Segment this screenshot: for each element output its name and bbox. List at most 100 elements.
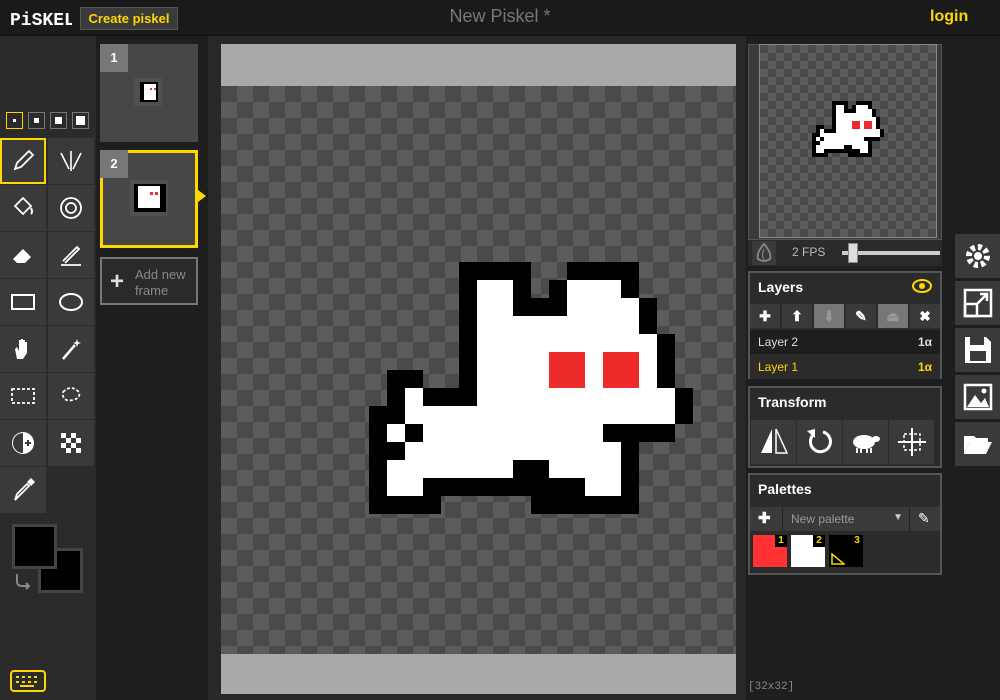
pen-size-2[interactable] — [28, 112, 45, 129]
preview-canvas — [759, 44, 937, 238]
rotate-button[interactable] — [797, 420, 842, 464]
magic-wand-button[interactable] — [48, 326, 94, 372]
swatch-number: 2 — [813, 535, 825, 547]
rectangle-selection-button[interactable] — [0, 373, 46, 419]
resize-icon — [963, 288, 992, 318]
image-export-icon — [963, 383, 992, 411]
move-tool-button[interactable] — [0, 326, 46, 372]
merge-layer-button[interactable]: ⏏ — [878, 304, 908, 328]
layers-title: Layers — [758, 279, 804, 295]
export-button[interactable] — [955, 375, 1000, 419]
lighten-icon — [12, 432, 34, 454]
palette-select-value: New palette — [791, 512, 855, 526]
layer-row[interactable]: Layer 2 1α — [750, 330, 940, 354]
add-frame-label-2: frame — [135, 283, 169, 298]
toggle-visibility-eye-icon[interactable] — [912, 279, 932, 293]
target-icon — [60, 197, 82, 219]
add-palette-plus-icon[interactable]: ✚ — [758, 509, 771, 527]
circle-icon — [59, 293, 83, 311]
selected-frame-arrow-icon — [198, 190, 206, 202]
rectangle-tool-button[interactable] — [0, 279, 46, 325]
color-picker-button[interactable] — [0, 467, 46, 513]
open-folder-icon — [963, 436, 992, 454]
sheep-icon — [852, 435, 880, 453]
palettes-title: Palettes — [758, 481, 812, 497]
transform-title: Transform — [758, 394, 827, 410]
pen-tool-button[interactable] — [0, 138, 46, 184]
add-frame-label-1: Add new — [135, 267, 186, 282]
preview-sprite — [812, 101, 884, 157]
plus-icon: + — [110, 268, 125, 295]
frame-thumbnail-1[interactable]: 1 — [100, 44, 198, 142]
mirror-pen-icon — [60, 151, 82, 171]
drawing-canvas[interactable] — [221, 86, 736, 654]
lighten-tool-button[interactable] — [0, 420, 46, 466]
flip-icon — [760, 428, 788, 454]
add-layer-button[interactable]: ✚ — [750, 304, 780, 328]
settings-button[interactable] — [955, 234, 1000, 278]
rotate-icon — [806, 429, 832, 454]
canvas-dimensions: [32x32] — [748, 681, 795, 693]
stroke-tool-button[interactable] — [48, 232, 94, 278]
login-link[interactable]: login — [930, 8, 968, 26]
add-new-frame-button[interactable]: + Add new frame — [100, 257, 198, 305]
palette-color-swatch[interactable]: 1 — [753, 535, 787, 567]
paint-bucket-button[interactable] — [0, 185, 46, 231]
layer-toolbar: ✚ ⬆ ⬇ ✎ ⏏ ✖ — [750, 304, 940, 330]
eyedropper-icon — [14, 478, 35, 501]
dithering-tool-button[interactable] — [48, 420, 94, 466]
center-button[interactable] — [889, 420, 934, 464]
swap-colors-icon[interactable] — [13, 570, 33, 590]
palette-toolbar: ✚ New palette ▼ ✎ — [750, 507, 940, 531]
frame-number: 1 — [100, 44, 128, 72]
rect-selection-icon — [11, 388, 35, 404]
transparent-triangle-icon — [831, 553, 845, 565]
create-piskel-button[interactable]: Create piskel — [80, 7, 178, 30]
vertical-mirror-pen-button[interactable] — [48, 138, 94, 184]
hand-icon — [15, 339, 27, 359]
layer-row-selected[interactable]: Layer 1 1α — [750, 355, 940, 379]
piskel-logo[interactable]: PiSKEL — [10, 6, 72, 30]
import-button[interactable] — [955, 422, 1000, 466]
pen-size-3[interactable] — [50, 112, 67, 129]
flip-button[interactable] — [751, 420, 796, 464]
pencil-icon: ✎ — [855, 307, 867, 324]
onion-skin-icon[interactable] — [752, 241, 776, 265]
delete-layer-button[interactable]: ✖ — [910, 304, 940, 328]
resize-button[interactable] — [955, 281, 1000, 325]
paint-same-color-button[interactable] — [48, 185, 94, 231]
layer-opacity: 1α — [917, 360, 932, 374]
palette-color-swatch[interactable]: 3 — [829, 535, 863, 567]
stroke-icon — [61, 245, 81, 266]
keyboard-icon[interactable] — [10, 670, 46, 692]
fps-slider-thumb[interactable] — [848, 243, 858, 263]
pen-size-1[interactable] — [6, 112, 23, 129]
rectangle-icon — [11, 294, 35, 310]
magic-wand-icon — [62, 339, 81, 360]
move-layer-down-button[interactable]: ⬇ — [814, 304, 844, 328]
move-layer-up-button[interactable]: ⬆ — [782, 304, 812, 328]
palette-color-swatch[interactable]: 2 — [791, 535, 825, 567]
edit-layer-button[interactable]: ✎ — [846, 304, 876, 328]
edit-palette-pencil-icon[interactable]: ✎ — [918, 510, 930, 527]
floppy-save-icon — [964, 337, 991, 363]
layer-name: Layer 1 — [758, 360, 799, 374]
arrow-down-icon: ⬇ — [823, 307, 835, 324]
clone-button[interactable] — [843, 420, 888, 464]
logo-text: PiSKEL — [10, 11, 72, 30]
circle-tool-button[interactable] — [48, 279, 94, 325]
layer-opacity: 1α — [917, 335, 932, 349]
fps-label: 2 FPS — [792, 245, 826, 259]
checker-icon — [61, 433, 81, 453]
arrow-up-icon: ⬆ — [791, 307, 803, 324]
palette-select[interactable]: New palette ▼ — [782, 507, 910, 531]
frame-thumbnail-2[interactable]: 2 — [100, 150, 198, 248]
pen-size-4[interactable] — [72, 112, 89, 129]
lasso-selection-button[interactable] — [48, 373, 94, 419]
swatch-number: 3 — [851, 535, 863, 547]
lasso-icon — [62, 387, 81, 402]
save-button[interactable] — [955, 328, 1000, 372]
eraser-button[interactable] — [0, 232, 46, 278]
primary-color-front[interactable] — [12, 524, 57, 569]
swatch-number: 1 — [775, 535, 787, 547]
